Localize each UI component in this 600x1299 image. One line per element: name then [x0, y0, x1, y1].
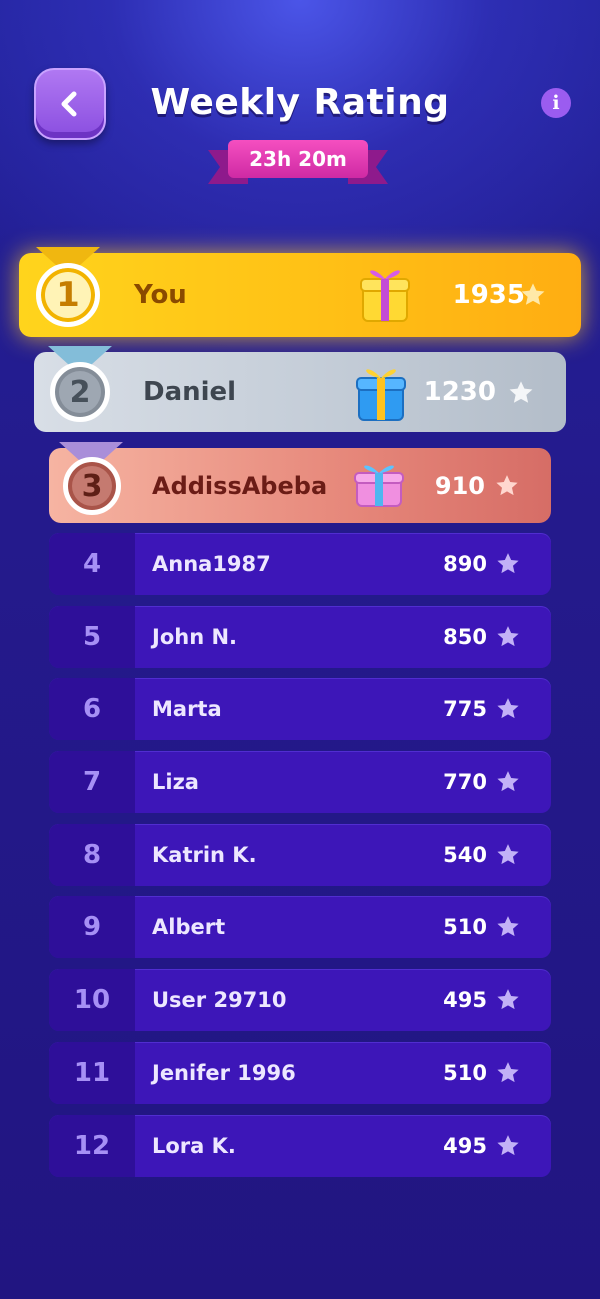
star-icon	[497, 843, 519, 864]
leaderboard-row[interactable]: 7 Liza 770	[49, 751, 551, 814]
star-icon	[509, 381, 533, 403]
player-score: 775	[443, 697, 487, 722]
player-score: 770	[443, 770, 487, 795]
silver-medal-icon: 2	[50, 362, 110, 422]
player-score: 510	[443, 1060, 487, 1085]
star-icon	[497, 698, 519, 719]
leaderboard-list: 4 Anna1987 890 5 John N. 850 6 Marta 775…	[49, 533, 551, 1187]
player-name: Jenifer 1996	[152, 1060, 296, 1085]
player-name: Anna1987	[152, 552, 271, 576]
player-name: Lora K.	[152, 1133, 236, 1158]
rank-number: 5	[49, 605, 135, 668]
leaderboard-row[interactable]: 9 Albert 510	[49, 896, 551, 959]
timer-text: 23h 20m	[228, 140, 368, 178]
player-name: You	[134, 280, 187, 310]
bronze-medal-icon: 3	[63, 457, 121, 515]
page-title: Weekly Rating	[150, 82, 450, 123]
player-name: Katrin K.	[152, 842, 257, 867]
player-name: Marta	[152, 697, 222, 722]
leaderboard-row[interactable]: 10 User 29710 495	[49, 969, 551, 1032]
player-score: 495	[443, 988, 487, 1013]
player-score: 1230	[423, 377, 496, 407]
player-name: User 29710	[152, 988, 287, 1013]
star-icon	[497, 989, 519, 1010]
rank-number: 6	[49, 678, 135, 741]
timer-badge: 23h 20m	[208, 140, 388, 186]
leaderboard-row[interactable]: 8 Katrin K. 540	[49, 823, 551, 886]
player-score: 1935	[452, 280, 525, 310]
rank-number: 7	[49, 751, 135, 814]
star-icon	[496, 475, 518, 496]
player-name: AddissAbeba	[152, 471, 328, 500]
leaderboard-row-2[interactable]: 2 Daniel 1230	[34, 346, 566, 432]
player-score: 890	[443, 552, 487, 576]
rank-number: 9	[49, 896, 135, 959]
rank-number: 8	[49, 823, 135, 886]
rank-number: 12	[49, 1114, 135, 1177]
player-score: 495	[443, 1133, 487, 1158]
rank-number: 11	[49, 1041, 135, 1104]
star-icon	[497, 625, 519, 646]
player-name: Albert	[152, 915, 226, 940]
player-name: Liza	[152, 770, 199, 795]
leaderboard-row[interactable]: 11 Jenifer 1996 510	[49, 1041, 551, 1104]
leaderboard-row[interactable]: 4 Anna1987 890	[49, 533, 551, 595]
leaderboard-row-1[interactable]: 1 You 1935	[19, 247, 581, 337]
player-name: Daniel	[143, 377, 237, 407]
rank-number: 4	[49, 533, 135, 595]
leaderboard-row[interactable]: 6 Marta 775	[49, 678, 551, 741]
star-icon	[497, 771, 519, 792]
player-score: 540	[443, 842, 487, 867]
info-icon: i	[552, 92, 560, 114]
leaderboard-row[interactable]: 5 John N. 850	[49, 605, 551, 668]
star-icon	[497, 1061, 519, 1082]
player-score: 850	[443, 624, 487, 649]
star-icon	[497, 1134, 519, 1155]
star-icon	[497, 553, 519, 574]
player-name: John N.	[152, 624, 238, 649]
leaderboard-row-3[interactable]: 3 AddissAbeba 910	[49, 442, 551, 523]
star-icon	[521, 283, 545, 305]
star-icon	[497, 916, 519, 937]
rank-number: 10	[49, 969, 135, 1032]
player-score: 910	[434, 471, 485, 500]
player-score: 510	[443, 915, 487, 940]
leaderboard-row[interactable]: 12 Lora K. 495	[49, 1114, 551, 1177]
info-button[interactable]: i	[541, 88, 571, 118]
gold-medal-icon: 1	[36, 263, 100, 327]
